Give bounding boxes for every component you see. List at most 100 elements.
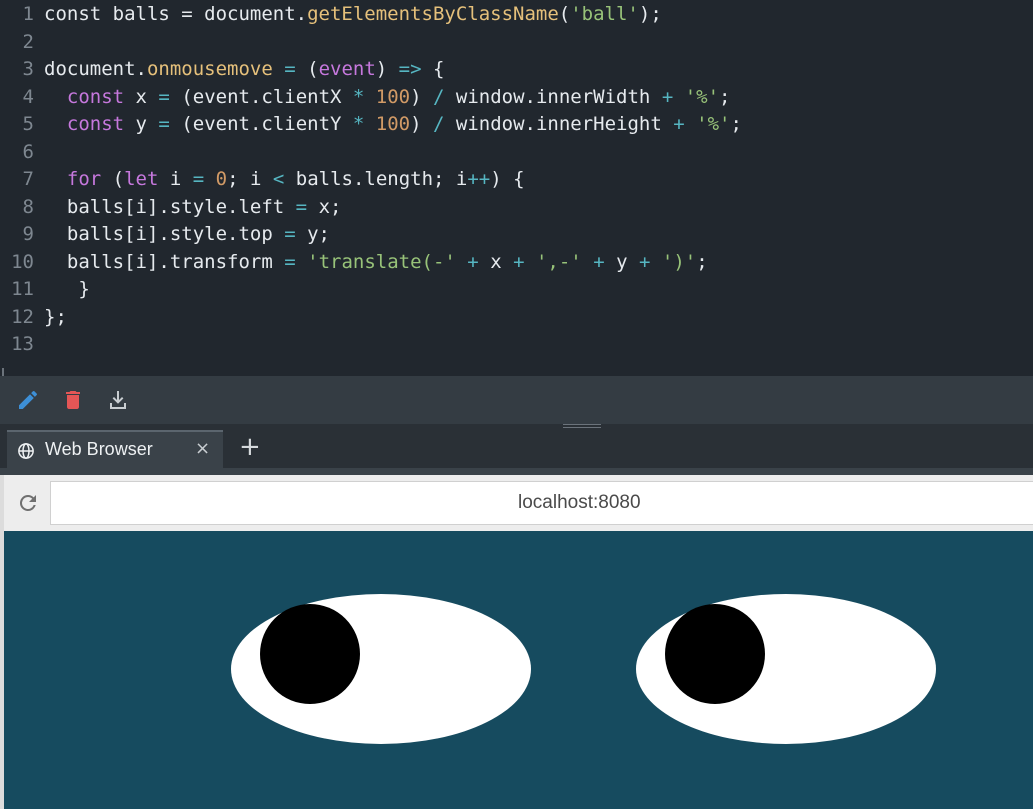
code-line: 13 <box>0 331 34 358</box>
code-token: * <box>352 85 365 108</box>
download-button[interactable] <box>106 388 130 412</box>
code-token: = <box>284 223 296 245</box>
line-number: 1 <box>22 3 34 25</box>
code-token: * <box>352 113 365 135</box>
code-line: 2 <box>0 29 34 56</box>
code-token: ( <box>558 3 571 25</box>
code-token: y <box>124 113 159 135</box>
code-token: i <box>158 168 193 190</box>
code-token: + <box>673 113 685 135</box>
code-token: 100 <box>364 113 411 135</box>
code-text: for (let i = 0; i < balls.length; i++) { <box>44 166 525 193</box>
code-token: balls[i].style.left <box>44 195 296 218</box>
line-number: 13 <box>11 333 34 355</box>
code-line: 9 balls[i].style.top = y; <box>0 221 330 248</box>
code-line: 8 balls[i].style.left = x; <box>0 194 342 221</box>
code-token: (event.clientY <box>169 113 353 135</box>
code-token: ) <box>410 113 434 135</box>
line-number: 5 <box>22 113 34 135</box>
code-line: 11 } <box>0 276 90 303</box>
code-token: document. <box>44 58 147 80</box>
edit-button[interactable] <box>16 388 40 412</box>
code-text: }; <box>44 304 67 331</box>
code-token: const balls = document. <box>44 3 308 25</box>
code-token: x <box>124 85 159 108</box>
code-token: x <box>478 250 514 273</box>
code-token: 100 <box>364 85 411 108</box>
line-number: 11 <box>11 278 34 300</box>
code-token: balls[i].style.top <box>44 223 285 245</box>
code-text: document.onmousemove = (event) => { <box>44 56 444 83</box>
code-token: ) <box>375 58 399 80</box>
code-token: '%' <box>696 113 731 135</box>
line-number: 2 <box>22 30 34 53</box>
code-token: ++ <box>467 168 491 190</box>
code-token: 'ball' <box>570 3 639 25</box>
code-line: 10 balls[i].transform = 'translate(-' + … <box>0 249 708 276</box>
code-line: 1 const balls = document.getElementsByCla… <box>0 1 662 28</box>
code-token: } <box>44 278 90 300</box>
code-token: }; <box>44 305 67 328</box>
code-line: 3 document.onmousemove = (event) => { <box>0 56 445 83</box>
tab-web-browser[interactable]: Web Browser × <box>7 430 223 468</box>
code-token: window.innerWidth <box>444 85 662 108</box>
code-token: + <box>513 250 525 273</box>
reload-icon <box>19 494 36 511</box>
pencil-icon <box>19 390 38 409</box>
address-bar <box>4 475 1033 531</box>
line-number: 10 <box>11 250 34 273</box>
code-token: ( <box>307 58 319 80</box>
code-token: ; i <box>227 168 273 190</box>
line-number: 3 <box>22 58 34 80</box>
code-token: const <box>66 85 125 108</box>
browser-tab-bar: Web Browser × + <box>0 430 1033 468</box>
url-input[interactable] <box>50 481 1033 525</box>
code-token: / <box>433 113 445 135</box>
code-token: balls[i].transform <box>44 250 285 273</box>
code-token: / <box>433 85 445 108</box>
code-text: } <box>44 276 90 303</box>
splitter-grip[interactable] <box>563 424 601 428</box>
code-text: balls[i].style.top = y; <box>44 221 330 248</box>
editor-resize-handle[interactable] <box>2 368 4 376</box>
line-number: 12 <box>11 305 34 328</box>
new-tab-button[interactable]: + <box>239 432 263 462</box>
left-eye-ball <box>260 604 360 704</box>
code-token: { <box>421 58 445 80</box>
line-number: 6 <box>22 140 34 163</box>
code-token: ); <box>638 3 662 25</box>
code-line: 6 <box>0 139 34 166</box>
code-line: 4 const x = (event.clientX * 100) / wind… <box>0 84 731 111</box>
code-text: const x = (event.clientX * 100) / window… <box>44 84 731 111</box>
code-token: = <box>284 250 296 273</box>
page-viewport[interactable] <box>4 531 1033 809</box>
code-token: getElementsByClassName <box>307 3 559 25</box>
close-tab-icon[interactable]: × <box>195 438 210 459</box>
line-number: 4 <box>22 85 34 108</box>
code-token: + <box>467 250 479 273</box>
code-token: + <box>661 85 674 108</box>
code-line: 12}; <box>0 304 67 331</box>
code-token: < <box>272 168 285 190</box>
code-token: const <box>66 113 125 135</box>
code-token: + <box>593 250 605 273</box>
reload-button[interactable] <box>16 491 40 515</box>
code-token: = <box>295 195 308 218</box>
code-token: window.innerHeight <box>444 113 674 135</box>
code-token: ',-' <box>535 250 582 273</box>
code-token: ; <box>719 85 731 108</box>
delete-button[interactable] <box>61 388 85 412</box>
code-text: balls[i].style.left = x; <box>44 194 342 221</box>
editor-toolbar <box>0 376 1033 424</box>
code-text: const y = (event.clientY * 100) / window… <box>44 111 742 138</box>
code-token: ')' <box>661 250 697 273</box>
code-token: let <box>124 168 159 190</box>
code-editor[interactable]: 1 const balls = document.getElementsByCla… <box>0 0 1033 376</box>
